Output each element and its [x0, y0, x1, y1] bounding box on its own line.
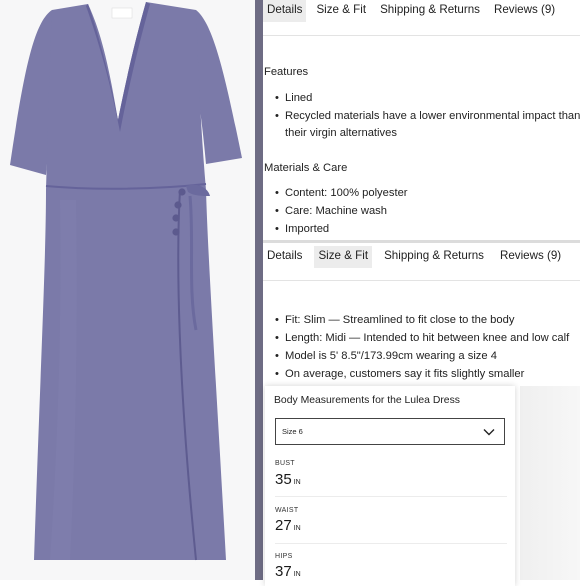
product-tabs: Details Size & Fit Shipping & Returns Re…: [263, 0, 559, 22]
size-select[interactable]: Size 6: [275, 418, 505, 445]
list-item: Length: Midi — Intended to hit between k…: [275, 329, 580, 347]
features-list: Lined Recycled materials have a lower en…: [275, 89, 580, 125]
list-item: Fit: Slim — Streamlined to fit close to …: [275, 311, 580, 329]
hips-value: 37 IN: [275, 563, 301, 580]
materials-list: Content: 100% polyester Care: Machine wa…: [275, 184, 580, 238]
list-item-continuation: their virgin alternatives: [285, 127, 397, 139]
body-measurements-card: Body Measurements for the Lulea Dress Si…: [265, 386, 515, 586]
bust-number: 35: [275, 471, 292, 488]
tab-size-fit[interactable]: Size & Fit: [314, 246, 373, 268]
list-item: On average, customers say it fits slight…: [275, 365, 580, 383]
background-blur: [520, 386, 580, 580]
row-divider: [275, 543, 507, 544]
tab-size-fit[interactable]: Size & Fit: [312, 0, 370, 22]
waist-value: 27 IN: [275, 517, 301, 534]
hips-label: HIPS: [275, 553, 293, 560]
tab-reviews[interactable]: Reviews (9): [490, 0, 559, 22]
row-divider: [275, 496, 507, 497]
tab-divider: [263, 280, 580, 281]
image-divider: [255, 0, 263, 580]
list-item: Care: Machine wash: [275, 202, 580, 220]
materials-heading: Materials & Care: [264, 162, 348, 174]
bust-unit: IN: [293, 479, 301, 486]
hips-number: 37: [275, 563, 292, 580]
tab-shipping-returns[interactable]: Shipping & Returns: [380, 246, 488, 268]
product-tabs: Details Size & Fit Shipping & Returns Re…: [263, 246, 565, 268]
tab-divider: [263, 35, 580, 36]
tab-reviews[interactable]: Reviews (9): [496, 246, 565, 268]
card-title: Body Measurements for the Lulea Dress: [274, 395, 460, 406]
bust-value: 35 IN: [275, 471, 301, 488]
waist-label: WAIST: [275, 507, 299, 514]
details-panel: Details Size & Fit Shipping & Returns Re…: [263, 0, 580, 240]
chevron-down-icon: [483, 429, 495, 436]
bust-label: BUST: [275, 460, 295, 467]
list-item: Imported: [275, 220, 580, 238]
product-image: [0, 0, 255, 580]
tab-details[interactable]: Details: [263, 0, 307, 22]
hips-unit: IN: [293, 571, 301, 578]
list-item: Model is 5' 8.5"/173.99cm wearing a size…: [275, 347, 580, 365]
waist-number: 27: [275, 517, 292, 534]
size-select-value: Size 6: [282, 427, 303, 436]
list-item: Content: 100% polyester: [275, 184, 580, 202]
waist-unit: IN: [293, 525, 301, 532]
list-item: Lined: [275, 89, 580, 107]
fit-list: Fit: Slim — Streamlined to fit close to …: [275, 311, 580, 383]
features-heading: Features: [264, 66, 309, 78]
tab-shipping-returns[interactable]: Shipping & Returns: [376, 0, 484, 22]
wrap-dress-illustration: [10, 2, 242, 561]
tab-details[interactable]: Details: [263, 246, 306, 268]
list-item: Recycled materials have a lower environm…: [275, 107, 580, 125]
